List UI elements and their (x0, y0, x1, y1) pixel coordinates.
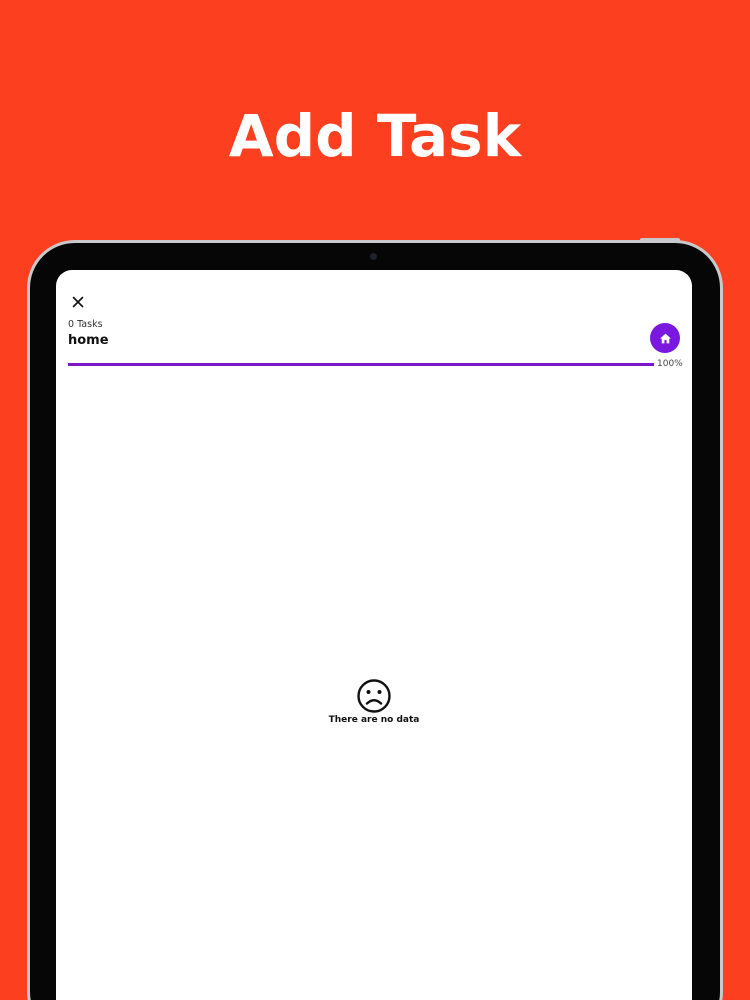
progress-label: 100% (657, 359, 683, 369)
progress-bar (68, 363, 654, 366)
close-button[interactable] (68, 292, 88, 312)
home-button[interactable] (650, 323, 680, 353)
promo-headline: Add Task (228, 102, 522, 170)
front-camera (370, 253, 377, 260)
sad-face-icon (357, 679, 391, 713)
list-title: home (68, 333, 109, 348)
home-icon (659, 333, 671, 343)
empty-state-message: There are no data (328, 715, 420, 725)
empty-state: There are no data (56, 678, 692, 725)
app-screen: 0 Tasks home 100% There are no data (56, 270, 692, 1000)
progress-bar-fill (68, 363, 654, 366)
task-count: 0 Tasks (68, 319, 103, 330)
close-icon (72, 296, 84, 308)
